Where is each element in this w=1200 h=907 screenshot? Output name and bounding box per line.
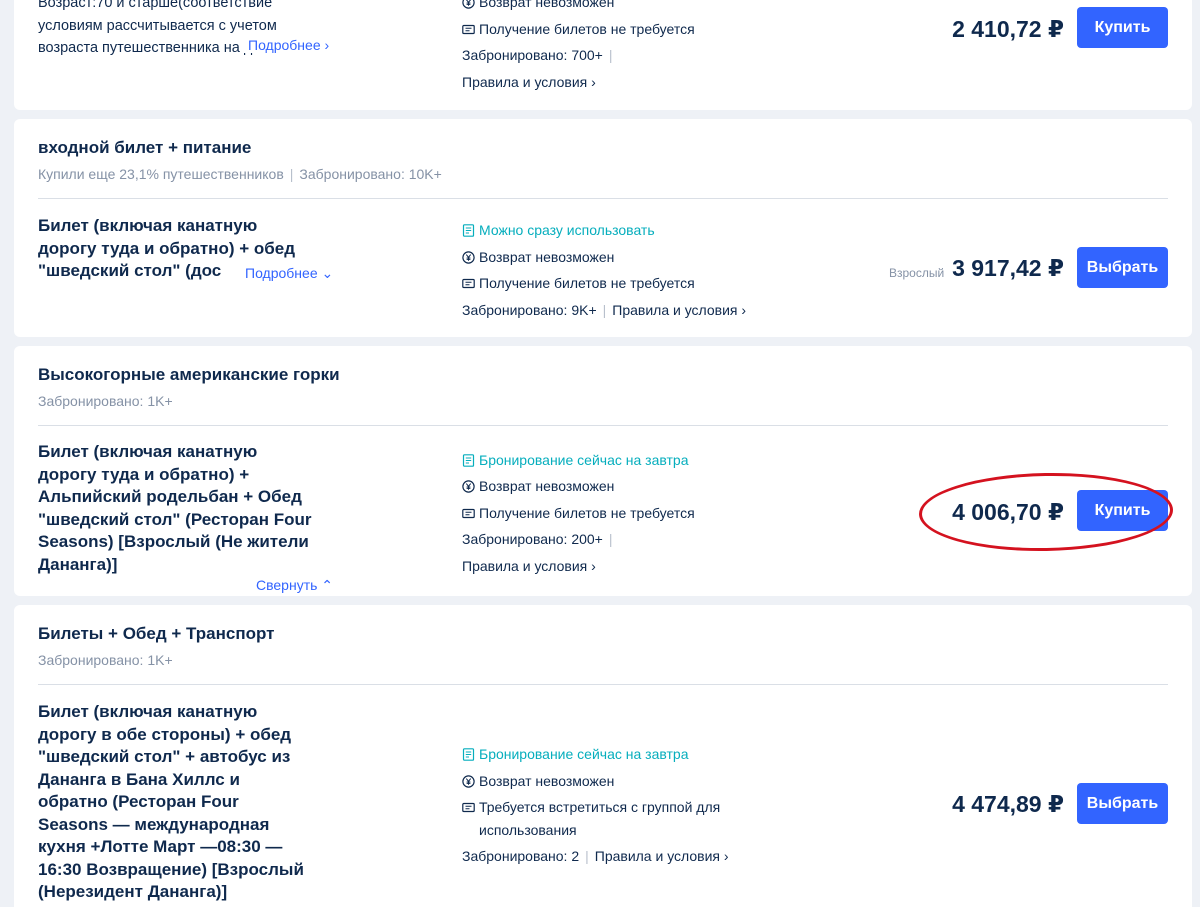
feature-booked: Забронировано: 9K+ | Правила и условия › (462, 302, 747, 318)
package-title-line: условиям рассчитывается с учетом (38, 17, 277, 34)
yen-circle-icon (462, 774, 475, 788)
feature-booking-tomorrow: Бронирование сейчас на завтра (462, 746, 688, 762)
package-title-line: Дананга)] (38, 554, 118, 574)
ticket-icon (462, 278, 475, 288)
package-title-line: дорогу туда и обратно) + (38, 464, 250, 484)
feature-tickets: Получение билетов не требуется (462, 275, 695, 291)
collapse-link[interactable]: Свернуть ⌃ (256, 577, 333, 594)
chevron-up-icon: ⌃ (321, 577, 334, 593)
price: 3 917,42 ₽ (952, 255, 1064, 281)
package-title-line: Seasons) [Взрослый (Не жители (38, 532, 309, 551)
chevron-right-icon: › (324, 37, 330, 53)
document-icon (462, 223, 475, 237)
group-title: Высокогорные американские горки (38, 365, 340, 384)
package-title-line: Билет (включая канатную (38, 442, 258, 461)
feature-tickets: Получение билетов не требуется (462, 21, 695, 37)
divider (38, 425, 1168, 426)
feature-booked: Забронировано: 2 | Правила и условия › (462, 848, 729, 864)
select-button[interactable]: Выбрать (1077, 247, 1168, 288)
chevron-right-icon: › (720, 848, 729, 864)
package-title-line: обратно (Ресторан Four (38, 792, 239, 811)
feature-tickets: Получение билетов не требуется (462, 505, 695, 521)
package-title-line: 16:30 Возвращение) [Взрослый (38, 859, 304, 879)
feature-refund: Возврат невозможен (462, 773, 614, 789)
rules-link[interactable]: Правила и условия › (462, 558, 596, 574)
group-meta: Забронировано: 1K+ (38, 393, 173, 409)
package-title-line: Билет (включая канатную (38, 216, 258, 235)
group-meta: Купили еще 23,1% путешественников | Заброн… (38, 166, 442, 182)
package-card-3: Высокогорные американские горки Забронир… (14, 346, 1192, 596)
chevron-right-icon: › (587, 74, 596, 90)
ticket-icon (462, 508, 475, 518)
feature-meet-group-cont: использования (479, 822, 577, 838)
feature-refund: Возврат невозможен (462, 0, 614, 10)
package-title-line: "шведский стол" (Ресторан Four (38, 509, 312, 529)
rules-link[interactable]: Правила и условия › (612, 302, 746, 318)
buy-button[interactable]: Купить (1077, 490, 1168, 531)
price: 2 410,72 ₽ (952, 16, 1064, 42)
rules-link[interactable]: Правила и условия › (462, 74, 596, 90)
package-card-2: входной билет + питание Купили еще 23,1%… (14, 119, 1192, 337)
select-button[interactable]: Выбрать (1077, 783, 1168, 824)
feature-booked: Забронировано: 700+ | (462, 47, 613, 63)
yen-circle-icon (462, 0, 475, 9)
package-title-line: дорогу в обе стороны) + обед (38, 724, 292, 744)
chevron-down-icon: ⌄ (321, 265, 334, 281)
ticket-icon (462, 802, 475, 812)
package-title: Билет (включая канатную дорогу туда и об… (38, 441, 343, 576)
package-title-line: "шведский стол" + автобус из (38, 747, 291, 766)
document-icon (462, 453, 475, 467)
group-title: входной билет + питание (38, 138, 252, 157)
ticket-icon (462, 24, 475, 34)
package-card-1: Возраст:70 и старше(соответствие условия… (14, 0, 1192, 110)
more-details-link[interactable]: Подробнее › (244, 37, 330, 53)
chevron-right-icon: › (587, 558, 596, 574)
package-title-line: Возраст:70 и старше(соответствие (38, 0, 273, 11)
divider (38, 684, 1168, 685)
feature-refund: Возврат невозможен (462, 478, 614, 494)
feature-booked: Забронировано: 200+ | (462, 531, 613, 547)
feature-refund: Возврат невозможен (462, 249, 614, 265)
price-label: Взрослый (889, 266, 945, 280)
divider (38, 198, 1168, 199)
feature-meet-group: Требуется встретиться с группой для (462, 799, 720, 815)
package-title-line: Альпийский родельбан + Обед (38, 487, 302, 506)
feature-instant-use: Можно сразу использовать (462, 222, 655, 238)
group-meta: Забронировано: 1K+ (38, 652, 173, 668)
package-title-line: Билет (включая канатную (38, 702, 258, 721)
price: 4 006,70 ₽ (952, 499, 1064, 525)
document-icon (462, 747, 475, 761)
package-title-line: Дананга в Бана Хиллс и (38, 769, 240, 789)
package-card-4: Билеты + Обед + Транспорт Забронировано:… (14, 605, 1192, 907)
buy-button[interactable]: Купить (1077, 7, 1168, 48)
more-details-link[interactable]: Подробнее ⌄ (241, 265, 334, 282)
package-title: Билет (включая канатную дорогу в обе сто… (38, 701, 343, 904)
package-title-line: кухня +Лотте Март —08:30 — (38, 837, 283, 856)
price: 4 474,89 ₽ (952, 791, 1064, 817)
group-title: Билеты + Обед + Транспорт (38, 624, 275, 643)
package-title-line: Seasons — международная (38, 814, 270, 834)
chevron-right-icon: › (737, 302, 747, 318)
yen-circle-icon (462, 250, 475, 264)
feature-booking-tomorrow: Бронирование сейчас на завтра (462, 452, 688, 468)
package-title-line: дорогу туда и обратно) + обед (38, 238, 295, 258)
rules-link[interactable]: Правила и условия › (595, 848, 729, 864)
yen-circle-icon (462, 479, 475, 493)
package-title-line: (Нерезидент Дананга)] (38, 882, 228, 901)
